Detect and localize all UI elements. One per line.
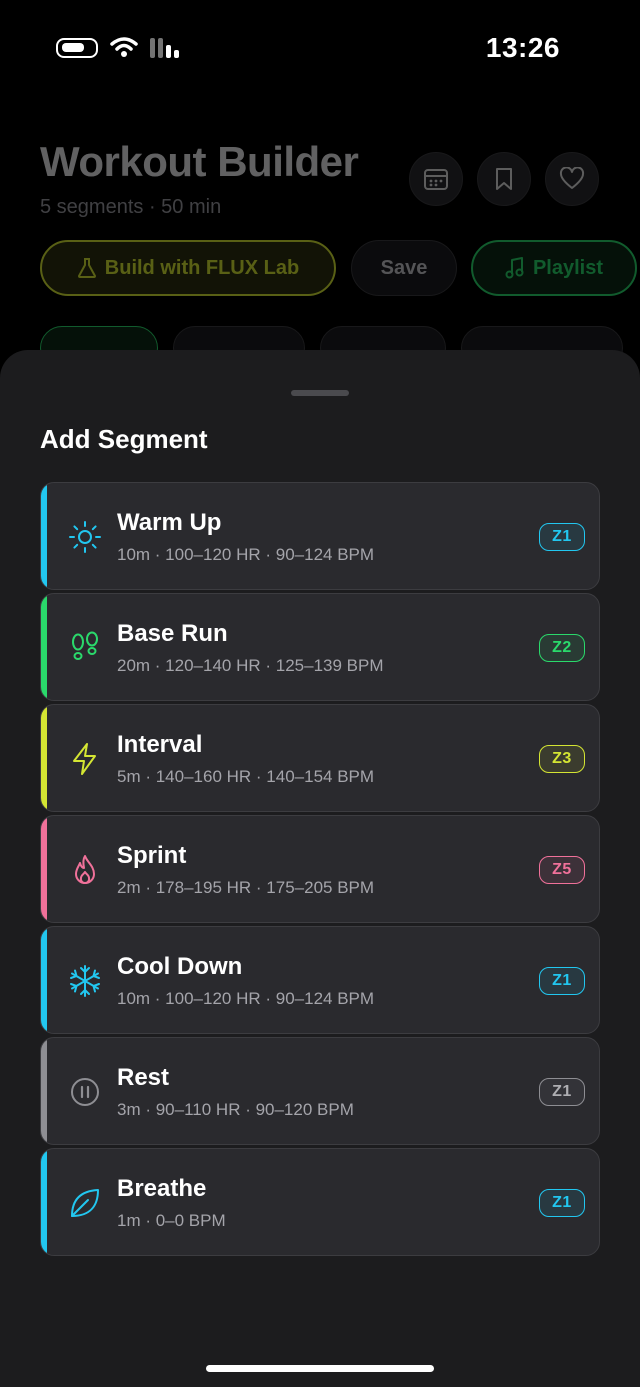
sheet-grabber[interactable]	[291, 390, 349, 396]
build-with-flux-lab-button[interactable]: Build with FLUX Lab	[40, 240, 336, 296]
status-time: 13:26	[485, 32, 560, 63]
cellular-signal-icon	[150, 38, 179, 58]
segment-accent	[41, 816, 47, 922]
segment-name: Sprint	[117, 842, 187, 869]
segment-accent	[41, 483, 47, 589]
segment-detail: 1m · 0–0 BPM	[117, 1211, 226, 1230]
zone-badge: Z1	[539, 1189, 585, 1217]
segment-name: Base Run	[117, 620, 228, 647]
footprints-icon	[67, 630, 103, 666]
save-button[interactable]: Save	[351, 240, 457, 296]
playlist-label: Playlist	[532, 256, 604, 279]
zone-badge: Z2	[539, 634, 585, 662]
page-title: Workout Builder	[40, 138, 359, 185]
segment-detail: 10m · 100–120 HR · 90–124 BPM	[117, 989, 375, 1008]
home-indicator[interactable]	[206, 1365, 434, 1372]
segment-accent	[41, 594, 47, 700]
pause-icon	[67, 1074, 103, 1110]
bookmark-icon	[496, 168, 512, 190]
sheet-title: Add Segment	[40, 424, 208, 454]
segment-detail: 10m · 100–120 HR · 90–124 BPM	[117, 545, 375, 564]
segment-list: Warm Up 10m · 100–120 HR · 90–124 BPM Z1…	[40, 482, 600, 1259]
segment-accent	[41, 1149, 47, 1255]
segment-name: Cool Down	[117, 953, 243, 980]
playlist-button[interactable]: Playlist	[471, 240, 637, 296]
segment-name: Rest	[117, 1064, 170, 1091]
zone-badge: Z1	[539, 1078, 585, 1106]
segment-detail: 20m · 120–140 HR · 125–139 BPM	[117, 656, 384, 675]
build-label: Build with FLUX Lab	[104, 256, 300, 279]
zone-badge: Z5	[539, 856, 585, 884]
heart-icon	[559, 167, 585, 189]
segment-accent	[41, 705, 47, 811]
segment-option-interval[interactable]: Interval 5m · 140–160 HR · 140–154 BPM Z…	[40, 704, 600, 812]
segment-accent	[41, 1038, 47, 1144]
favorite-button[interactable]	[545, 152, 599, 206]
calendar-icon	[424, 169, 448, 190]
page-subtitle: 5 segments · 50 min	[40, 196, 222, 218]
flame-icon	[67, 852, 103, 888]
segment-accent	[41, 927, 47, 1033]
segment-option-warm-up[interactable]: Warm Up 10m · 100–120 HR · 90–124 BPM Z1	[40, 482, 600, 590]
add-segment-sheet: Add Segment Warm Up 10m · 100–120 HR · 9…	[0, 350, 640, 1387]
segment-name: Breathe	[117, 1175, 207, 1202]
battery-icon	[56, 38, 98, 58]
segment-option-rest[interactable]: Rest 3m · 90–110 HR · 90–120 BPM Z1	[40, 1037, 600, 1145]
segment-detail: 2m · 178–195 HR · 175–205 BPM	[117, 878, 375, 897]
save-label: Save	[380, 256, 428, 279]
segment-name: Warm Up	[117, 509, 222, 536]
zone-badge: Z3	[539, 745, 585, 773]
status-bar: 13:26	[0, 0, 640, 96]
segment-detail: 3m · 90–110 HR · 90–120 BPM	[117, 1100, 354, 1119]
segment-name: Interval	[117, 731, 203, 758]
sun-icon	[67, 519, 103, 555]
segment-option-base-run[interactable]: Base Run 20m · 120–140 HR · 125–139 BPM …	[40, 593, 600, 701]
zone-badge: Z1	[539, 967, 585, 995]
wifi-icon	[110, 37, 138, 57]
snowflake-icon	[67, 963, 103, 999]
bookmark-button[interactable]	[477, 152, 531, 206]
calendar-button[interactable]	[409, 152, 463, 206]
segment-option-sprint[interactable]: Sprint 2m · 178–195 HR · 175–205 BPM Z5	[40, 815, 600, 923]
music-note-icon	[505, 257, 524, 279]
flask-icon	[77, 258, 96, 278]
segment-option-breathe[interactable]: Breathe 1m · 0–0 BPM Z1	[40, 1148, 600, 1256]
segment-option-cool-down[interactable]: Cool Down 10m · 100–120 HR · 90–124 BPM …	[40, 926, 600, 1034]
segment-detail: 5m · 140–160 HR · 140–154 BPM	[117, 767, 375, 786]
lightning-icon	[67, 741, 103, 777]
zone-badge: Z1	[539, 523, 585, 551]
leaf-icon	[67, 1185, 103, 1221]
